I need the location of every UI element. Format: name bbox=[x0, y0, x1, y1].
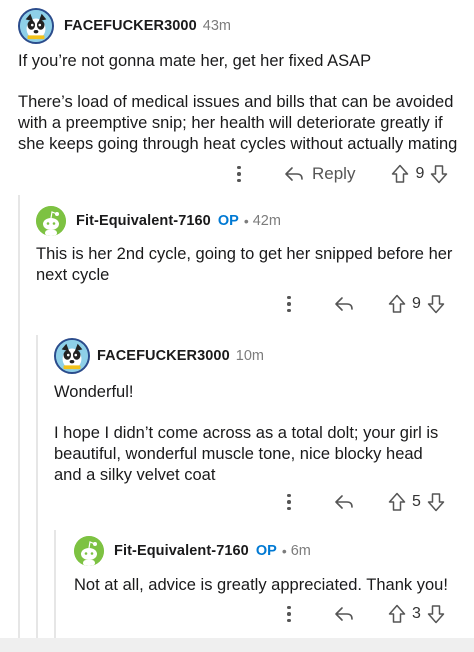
comment-actions: 5 bbox=[286, 492, 445, 512]
username[interactable]: FACEFUCKER3000 bbox=[64, 18, 197, 34]
reply-button[interactable] bbox=[334, 296, 354, 312]
comment-time: 42m bbox=[252, 213, 281, 229]
downvote-button[interactable] bbox=[430, 164, 448, 184]
vote-count: 3 bbox=[412, 605, 421, 622]
snoo-avatar-icon bbox=[36, 206, 66, 236]
snoo-avatar-icon bbox=[74, 536, 104, 566]
op-badge: OP bbox=[217, 213, 239, 229]
comment-actions: 3 bbox=[286, 604, 445, 624]
comment-paragraph: Wonderful! bbox=[54, 383, 134, 401]
comment: FACEFUCKER3000 43m If you’re not gonna m… bbox=[18, 8, 463, 155]
separator-dot: • bbox=[243, 213, 249, 229]
upvote-button[interactable] bbox=[388, 492, 406, 512]
comment-header: Fit-Equivalent-7160 OP • 6m bbox=[74, 536, 464, 566]
comment-paragraph: If you’re not gonna mate her, get her fi… bbox=[18, 52, 372, 70]
downvote-arrow-icon bbox=[427, 493, 445, 512]
comment-paragraph: Not at all, advice is greatly appreciate… bbox=[74, 576, 448, 594]
vote-count: 9 bbox=[415, 165, 425, 182]
comment-actions: 9 bbox=[286, 294, 445, 314]
comment: Fit-Equivalent-7160 OP • 6m Not at all, … bbox=[74, 536, 464, 596]
reply-arrow-icon bbox=[285, 167, 303, 181]
op-badge: OP bbox=[255, 543, 277, 559]
thread-line bbox=[36, 335, 38, 640]
downvote-button[interactable] bbox=[427, 604, 445, 624]
comment-time: 6m bbox=[290, 543, 311, 559]
comment-paragraph: I hope I didn’t come across as a total d… bbox=[54, 424, 439, 484]
user-avatar[interactable] bbox=[18, 8, 54, 44]
username[interactable]: Fit-Equivalent-7160 bbox=[114, 543, 249, 559]
comment-actions: Reply 9 bbox=[236, 164, 448, 184]
comment-header: Fit-Equivalent-7160 OP • 42m bbox=[36, 206, 461, 236]
user-avatar[interactable] bbox=[54, 338, 90, 374]
reply-button[interactable]: Reply bbox=[284, 164, 355, 184]
upvote-arrow-icon bbox=[392, 164, 409, 183]
reply-arrow-icon bbox=[335, 495, 353, 509]
comment-header: FACEFUCKER3000 43m bbox=[18, 8, 463, 44]
downvote-button[interactable] bbox=[427, 294, 445, 314]
more-vertical-icon[interactable] bbox=[286, 605, 292, 623]
downvote-arrow-icon bbox=[427, 605, 445, 624]
thread-line bbox=[54, 530, 56, 640]
vote-count: 5 bbox=[412, 493, 421, 510]
downvote-arrow-icon bbox=[431, 165, 448, 184]
dog-avatar-icon bbox=[20, 10, 52, 42]
comment: FACEFUCKER3000 10m Wonderful! I hope I d… bbox=[54, 338, 459, 486]
username[interactable]: FACEFUCKER3000 bbox=[97, 348, 230, 364]
comment-paragraph: This is her 2nd cycle, going to get her … bbox=[36, 245, 453, 284]
comment-body: If you’re not gonna mate her, get her fi… bbox=[18, 51, 463, 155]
reply-arrow-icon bbox=[335, 607, 353, 621]
reply-button[interactable] bbox=[334, 606, 354, 622]
more-vertical-icon[interactable] bbox=[286, 493, 292, 511]
downvote-button[interactable] bbox=[427, 492, 445, 512]
user-avatar[interactable] bbox=[36, 206, 66, 236]
user-avatar[interactable] bbox=[74, 536, 104, 566]
upvote-button[interactable] bbox=[388, 604, 406, 624]
upvote-button[interactable] bbox=[388, 294, 406, 314]
bottom-divider bbox=[0, 638, 474, 652]
reply-label: Reply bbox=[312, 164, 356, 183]
comment-header: FACEFUCKER3000 10m bbox=[54, 338, 459, 374]
comment-body: Wonderful! I hope I didn’t come across a… bbox=[54, 382, 454, 486]
comment: Fit-Equivalent-7160 OP • 42m This is her… bbox=[36, 206, 461, 286]
reply-button[interactable] bbox=[334, 494, 354, 510]
more-vertical-icon[interactable] bbox=[286, 295, 292, 313]
reply-arrow-icon bbox=[335, 297, 353, 311]
comment-time: 10m bbox=[235, 348, 264, 364]
downvote-arrow-icon bbox=[427, 295, 445, 314]
comment-time: 43m bbox=[202, 18, 231, 34]
vote-count: 9 bbox=[412, 295, 421, 312]
upvote-button[interactable] bbox=[391, 164, 409, 184]
comment-body: Not at all, advice is greatly appreciate… bbox=[74, 575, 464, 596]
dog-avatar-icon bbox=[56, 340, 88, 372]
comment-body: This is her 2nd cycle, going to get her … bbox=[36, 244, 454, 286]
comment-paragraph: There’s load of medical issues and bills… bbox=[18, 93, 458, 153]
more-vertical-icon[interactable] bbox=[236, 165, 242, 183]
username[interactable]: Fit-Equivalent-7160 bbox=[76, 213, 211, 229]
separator-dot: • bbox=[281, 543, 287, 559]
thread-line bbox=[18, 195, 20, 640]
upvote-arrow-icon bbox=[388, 294, 406, 313]
upvote-arrow-icon bbox=[388, 492, 406, 511]
upvote-arrow-icon bbox=[388, 604, 406, 623]
